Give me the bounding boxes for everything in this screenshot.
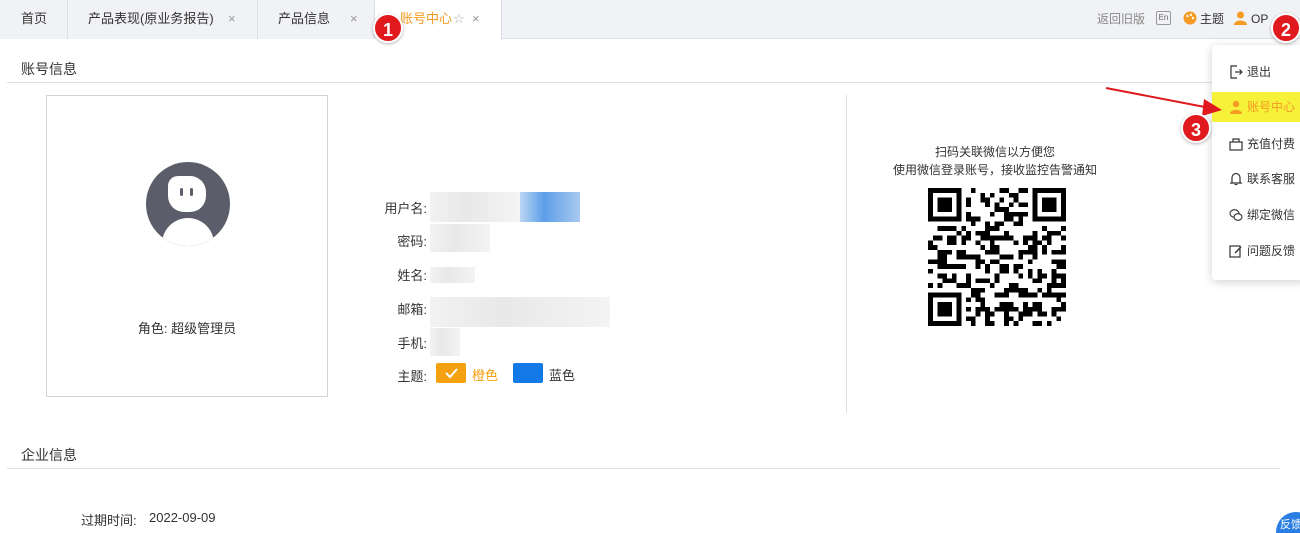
annotation-arrow xyxy=(1105,87,1222,116)
annotation-badge-2: 2 xyxy=(1271,13,1300,43)
annotation-badge-3: 3 xyxy=(1181,113,1211,143)
annotation-badge-1: 1 xyxy=(373,13,403,43)
